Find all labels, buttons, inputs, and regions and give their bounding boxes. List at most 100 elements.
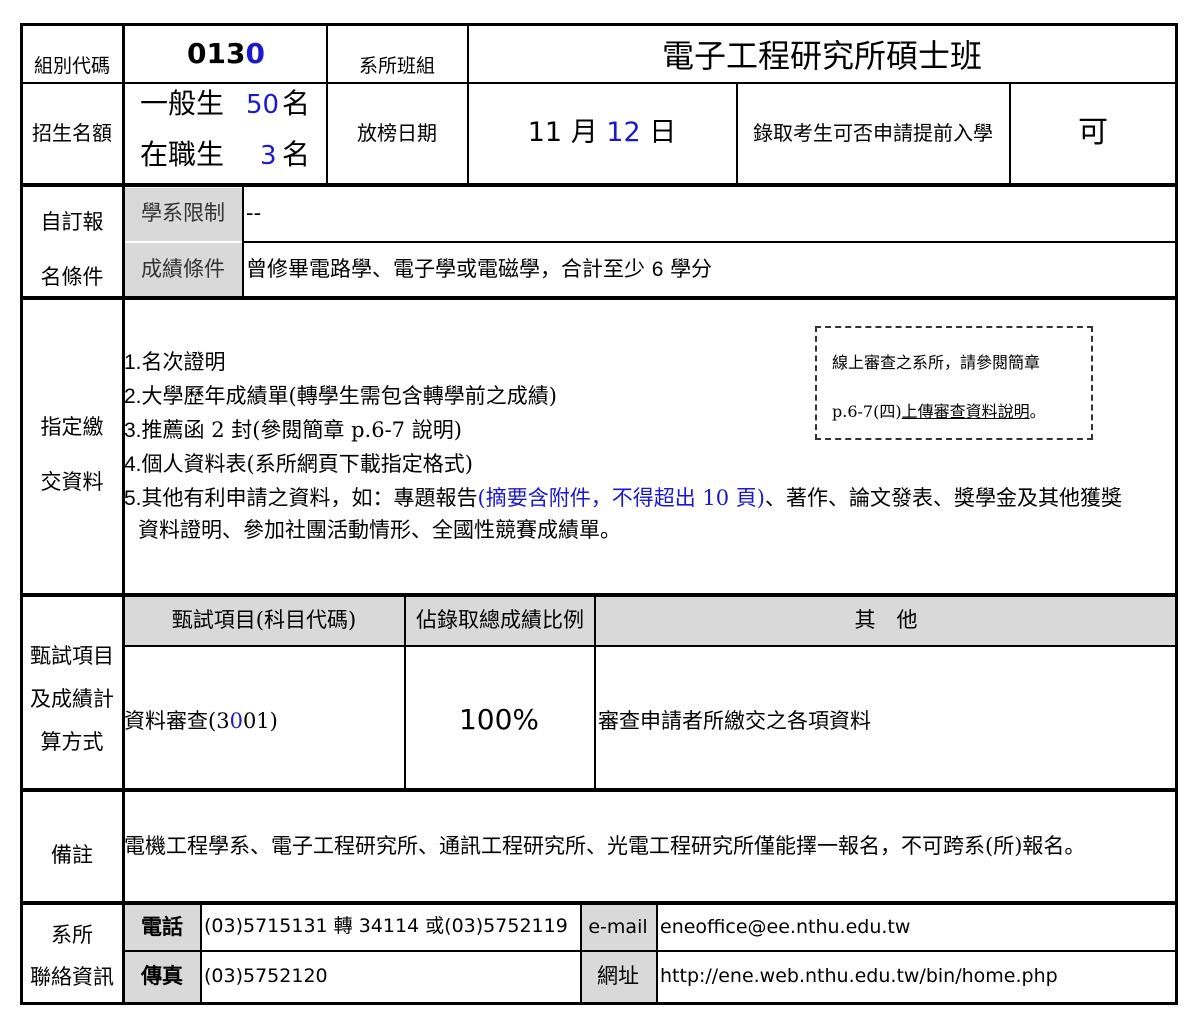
col-rule [580,905,582,1004]
email-label: e-mail [588,916,648,938]
online-review-note-line2: p.6-7(四)上傳審查資料說明。 [832,404,1046,420]
working-count: 3 [260,141,277,171]
exam-col2-header: 佔錄取總成績比例 [416,608,584,632]
document-item-num: 3. [124,419,142,442]
exam-label-2: 及成績計 [30,687,114,711]
early-admission-value: 可 [1078,115,1108,150]
document-item-text: 個人資料表(系所網頁下載指定格式) [141,452,473,476]
document-item-num: 1. [124,351,142,374]
working-label: 在職生 [140,138,225,171]
note-ref: p.6-7(四) [832,402,902,421]
dept-value: 電子工程研究所碩士班 [661,37,983,75]
online-review-note-line1: 線上審查之系所，請參閱簡章 [832,353,1041,372]
exam-col3-header: 其 他 [854,608,918,632]
score-value-b: 學分 [670,257,713,281]
rule [20,82,1178,84]
document-item5-highlight: (摘要含附件，不得超出 10 頁) [477,486,765,510]
note-end: 。 [1029,402,1046,421]
exam-label-3: 算方式 [40,730,104,754]
exam-label-1: 甄試項目 [30,644,114,668]
rule-thick [20,788,1178,792]
quota-label: 招生名額 [32,121,112,145]
general-unit: 名 [282,87,311,120]
web-value[interactable]: http://ene.web.nthu.edu.tw/bin/home.php [660,967,1058,986]
contact-label-1: 系所 [51,923,93,947]
working-unit: 名 [282,138,311,171]
dept-label: 系所班組 [358,55,436,77]
score-label: 成績條件 [141,257,225,281]
col-rule [326,23,328,185]
border-top [20,23,1178,26]
exam-col1-header: 甄試項目(科目代碼) [171,608,357,632]
requirements-label-1: 自訂報 [40,210,104,234]
group-code-prefix: 013 [187,37,246,70]
note-link[interactable]: 上傳審查資料說明 [902,402,1030,421]
web-label: 網址 [597,964,639,988]
exam-item-a: 資料審查(3 [124,709,230,733]
phone-value: (03)5715131 轉 34114 或(03)5752119 [204,915,568,937]
document-item-num: 2. [124,385,142,408]
exam-item: 資料審查(3001) [124,711,278,732]
exam-other: 審查申請者所繳交之各項資料 [598,709,871,733]
documents-label-2: 交資料 [40,470,104,494]
rule-thick [20,183,1178,187]
email-value[interactable]: eneoffice@ee.nthu.edu.tw [660,918,910,937]
col-rule [404,597,406,790]
release-day: 12 [606,117,641,148]
group-code-suffix: 0 [245,37,265,70]
phone-label: 電話 [141,915,183,939]
release-month: 11 [527,117,563,148]
score-value: 曾修畢電路學、電子學或電磁學，合計至少 6 學分 [246,257,713,281]
document-item-num: 5. [124,487,142,510]
early-admission-label: 錄取考生可否申請提前入學 [753,121,993,145]
document-item-num: 4. [124,453,142,476]
document-item-5-line2: 資料證明、參加社團活動情形、全國性競賽成績單。 [138,518,621,542]
document-item: 3.推薦函 2 封(參閱簡章 p.6-7 說明) [124,418,462,442]
group-code-value: 0130 [187,40,265,68]
restrict-value: -- [246,201,262,225]
col-rule [656,905,658,1004]
col-rule [200,905,202,1004]
requirements-label-2: 名條件 [40,265,104,289]
rule-thick [20,296,1178,300]
release-label: 放榜日期 [357,121,437,145]
col-rule [467,23,469,185]
rule [242,241,1178,243]
score-value-num: 6 [651,258,664,281]
border-right [1175,23,1178,1005]
release-date: 11 月 12 日 [528,119,677,146]
admission-form: 組別代碼 0130 系所班組 電子工程研究所碩士班 招生名額 一般生 50 名 … [0,0,1196,1027]
exam-ratio: 100% [458,703,540,736]
release-day-unit: 日 [649,117,677,148]
document-item-text: 推薦函 2 封(參閱簡章 p.6-7 說明) [141,418,462,442]
document-item-text: 大學歷年成績單(轉學生需包含轉學前之成績) [141,384,557,408]
general-count: 50 [246,90,280,120]
rule-thick [20,901,1178,905]
document-item: 4.個人資料表(系所網頁下載指定格式) [124,452,473,476]
document-item5-b: 、著作、論文發表、獎學金及其他獲獎 [764,486,1122,510]
rule-thick [20,593,1178,597]
score-value-a: 曾修畢電路學、電子學或電磁學，合計至少 [246,257,645,281]
restrict-label: 學系限制 [141,201,225,225]
rule [125,645,1178,647]
col-rule [736,82,738,185]
remarks-text: 電機工程學系、電子工程研究所、通訊工程研究所、光電工程研究所僅能擇一報名，不可跨… [124,834,1086,858]
border-left [20,23,23,1005]
fax-label: 傳真 [141,964,183,988]
documents-label-1: 指定繳 [40,415,104,439]
exam-item-blue: 0 [229,709,243,733]
release-month-unit: 月 [570,117,598,148]
col-rule [594,597,596,790]
col-rule [242,187,244,298]
border-bottom [20,1002,1178,1005]
contact-label-2: 聯絡資訊 [30,965,114,989]
fax-value: (03)5752120 [204,965,328,987]
document-item-text: 名次證明 [141,350,226,374]
online-review-note-box [815,326,1093,440]
document-item-5: 5.其他有利申請之資料，如：專題報告(摘要含附件，不得超出 10 頁)、著作、論… [124,486,1122,510]
rule [125,950,1178,952]
general-label: 一般生 [140,87,225,120]
document-item: 2.大學歷年成績單(轉學生需包含轉學前之成績) [124,384,557,408]
group-code-label: 組別代碼 [33,55,111,77]
col-rule [1009,82,1011,185]
